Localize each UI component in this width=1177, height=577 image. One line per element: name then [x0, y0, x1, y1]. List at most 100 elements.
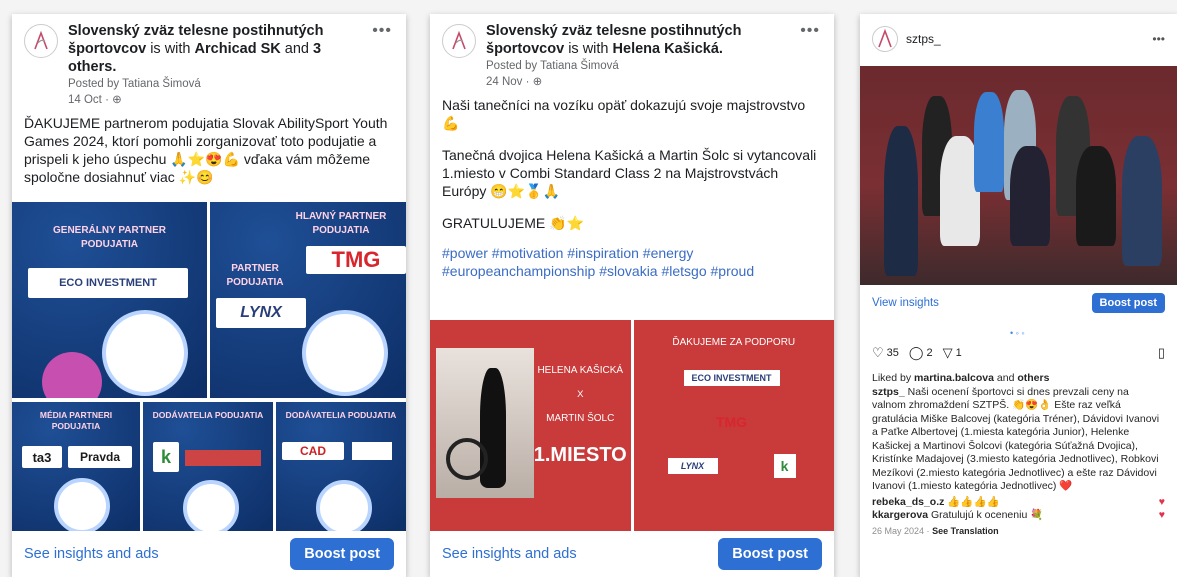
hashtags[interactable]: #power #motivation #inspiration #energy …: [442, 244, 822, 280]
games-logo: [302, 310, 388, 396]
tile-title: DODÁVATELIA PODUJATIA: [152, 410, 264, 420]
comment-text: Gratulujú k oceneniu 💐: [930, 509, 1044, 521]
comment-username[interactable]: rebeka_ds_o.z: [872, 496, 944, 508]
tagged-link[interactable]: Archicad SK: [195, 41, 281, 57]
lynx-logo: LYNX: [216, 298, 306, 328]
with-text: is with: [568, 41, 609, 57]
lynx-logo: LYNX: [667, 458, 718, 474]
like-comment-icon[interactable]: ♥: [1159, 509, 1165, 523]
like-comment-icon[interactable]: ♥: [1159, 496, 1165, 510]
more-options-icon[interactable]: •••: [800, 22, 820, 40]
comment: rebeka_ds_o.z 👍👍👍👍 ♥: [872, 496, 1165, 510]
decor-blob: [42, 352, 102, 398]
post-body: ĎAKUJEME partnerom podujatia Slovak Abil…: [24, 115, 388, 185]
tile-title: MÉDIA PARTNERI PODUJATIA: [39, 410, 113, 431]
tile-title: HLAVNÝ PARTNER PODUJATIA: [295, 211, 387, 236]
more-options-icon[interactable]: •••: [1152, 32, 1165, 46]
games-logo: [102, 310, 188, 396]
tile-suppliers-2[interactable]: DODÁVATELIA PODUJATIA CAD: [276, 402, 406, 532]
tmg-logo: TMG: [306, 246, 406, 274]
boost-post-button[interactable]: Boost post: [290, 538, 394, 570]
likes-count: 35: [886, 347, 899, 359]
page-avatar[interactable]: [24, 24, 58, 58]
page-avatar[interactable]: [442, 24, 476, 58]
username-link[interactable]: sztps_: [906, 32, 941, 46]
posted-by: Posted by Tatiana Šimová: [486, 60, 619, 72]
post-body: Naši tanečníci na vozíku opäť dokazujú s…: [430, 90, 834, 280]
liked-by-user-link[interactable]: martina.balcova: [914, 372, 994, 384]
comment-username[interactable]: kkargerova: [872, 509, 928, 521]
kaufland-logo: k: [773, 454, 796, 478]
share-icon[interactable]: ▽: [943, 345, 953, 361]
dancer-name-1: HELENA KAŠICKÁ: [537, 365, 624, 376]
tile-title: GENERÁLNY PARTNER PODUJATIA: [53, 225, 166, 250]
instagram-post: sztps_ ••• View insights Boost post • ◦ …: [860, 14, 1177, 577]
posted-by: Posted by Tatiana Šimová: [68, 78, 201, 90]
screenshot-collage: Slovenský zväz telesne postihnutých špor…: [0, 0, 1177, 577]
sztps-logo-icon: [878, 28, 892, 48]
ta3-logo: ta3: [22, 446, 62, 468]
sztps-logo-icon: [452, 30, 466, 50]
body-paragraph: Tanečná dvojica Helena Kašická a Martin …: [442, 147, 817, 199]
tile-main-partner[interactable]: HLAVNÝ PARTNER PODUJATIA TMG PARTNER POD…: [210, 202, 406, 398]
see-translation-link[interactable]: See Translation: [932, 526, 999, 536]
kaufland-logo: k: [153, 442, 179, 472]
placement: 1.MIESTO: [533, 444, 627, 466]
tagged-link[interactable]: Helena Kašická.: [613, 41, 723, 57]
post-footer: See insights and ads Boost post: [430, 531, 834, 577]
caption-username[interactable]: sztps_: [872, 386, 905, 398]
facebook-post-partners: Slovenský zväz telesne postihnutých špor…: [12, 14, 406, 577]
liked-by-and: and: [996, 372, 1015, 384]
more-options-icon[interactable]: •••: [372, 22, 392, 40]
heart-icon[interactable]: ♡: [872, 345, 884, 361]
liked-by: Liked by martina.balcova and others: [872, 372, 1165, 386]
view-insights-link[interactable]: View insights: [872, 297, 939, 309]
comments-count: 2: [926, 347, 933, 359]
eco-investment-logo: ECO INVESTMENT: [28, 268, 188, 298]
post-footer: See insights and ads Boost post: [12, 531, 406, 577]
comment-icon[interactable]: ◯: [909, 345, 924, 361]
tile-suppliers-1[interactable]: DODÁVATELIA PODUJATIA k: [143, 402, 273, 532]
person: [1076, 146, 1116, 246]
image-dancers[interactable]: HELENA KAŠICKÁ X MARTIN ŠOLC 1.MIESTO: [430, 320, 631, 532]
dancer-name-2: MARTIN ŠOLC: [546, 413, 615, 424]
x-separator: X: [577, 389, 584, 400]
boost-post-button[interactable]: Boost post: [1091, 293, 1165, 313]
supplier-logo: [185, 450, 261, 466]
carousel-dots: • ◦ ◦: [1010, 328, 1025, 338]
see-insights-link[interactable]: See insights and ads: [24, 546, 159, 562]
insights-row: View insights Boost post: [860, 288, 1177, 318]
group-photo[interactable]: [860, 66, 1177, 285]
post-date[interactable]: 14 Oct · ⊕: [68, 92, 368, 108]
comment-text: 👍👍👍👍: [947, 495, 1000, 508]
comment: kkargerova Gratulujú k oceneniu 💐 ♥: [872, 509, 1165, 523]
post-date[interactable]: 24 Nov · ⊕: [486, 74, 796, 90]
post-header: Slovenský zväz telesne postihnutých špor…: [430, 14, 834, 90]
tile-general-partner[interactable]: GENERÁLNY PARTNER PODUJATIA ECO INVESTME…: [12, 202, 207, 398]
liked-by-others-link[interactable]: others: [1017, 372, 1049, 384]
image-thanks[interactable]: ĎAKUJEME ZA PODPORU ECO INVESTMENT TMG L…: [633, 320, 834, 532]
post-title: Slovenský zväz telesne postihnutých špor…: [68, 22, 368, 108]
thanks-title: ĎAKUJEME ZA PODPORU: [672, 337, 796, 348]
tile-title: DODÁVATELIA PODUJATIA: [285, 410, 397, 420]
see-insights-link[interactable]: See insights and ads: [442, 546, 577, 562]
caption: sztps_ Naši ocenení športovci si dnes pr…: [872, 386, 1165, 494]
person: [884, 126, 918, 276]
and-text: and: [284, 41, 309, 57]
dancers-photo: [436, 348, 534, 498]
ig-header: sztps_ •••: [860, 14, 1177, 64]
post-images[interactable]: HELENA KAŠICKÁ X MARTIN ŠOLC 1.MIESTO ĎA…: [430, 320, 834, 532]
games-logo: [316, 480, 372, 532]
shares-count: 1: [955, 347, 962, 359]
tmg-logo: TMG: [715, 414, 748, 430]
profile-avatar[interactable]: [872, 26, 898, 52]
tile-media-partners[interactable]: MÉDIA PARTNERI PODUJATIA ta3 Pravda: [12, 402, 140, 532]
post-date: 26 May 2024 ·: [872, 525, 930, 536]
sztps-logo-icon: [34, 30, 48, 50]
partner-image-grid[interactable]: GENERÁLNY PARTNER PODUJATIA ECO INVESTME…: [12, 202, 406, 532]
bookmark-icon[interactable]: ▯: [1158, 345, 1165, 361]
with-text: is with: [150, 41, 191, 57]
post-date-row: 26 May 2024 · See Translation: [872, 525, 1165, 539]
person: [1010, 146, 1050, 246]
boost-post-button[interactable]: Boost post: [718, 538, 822, 570]
